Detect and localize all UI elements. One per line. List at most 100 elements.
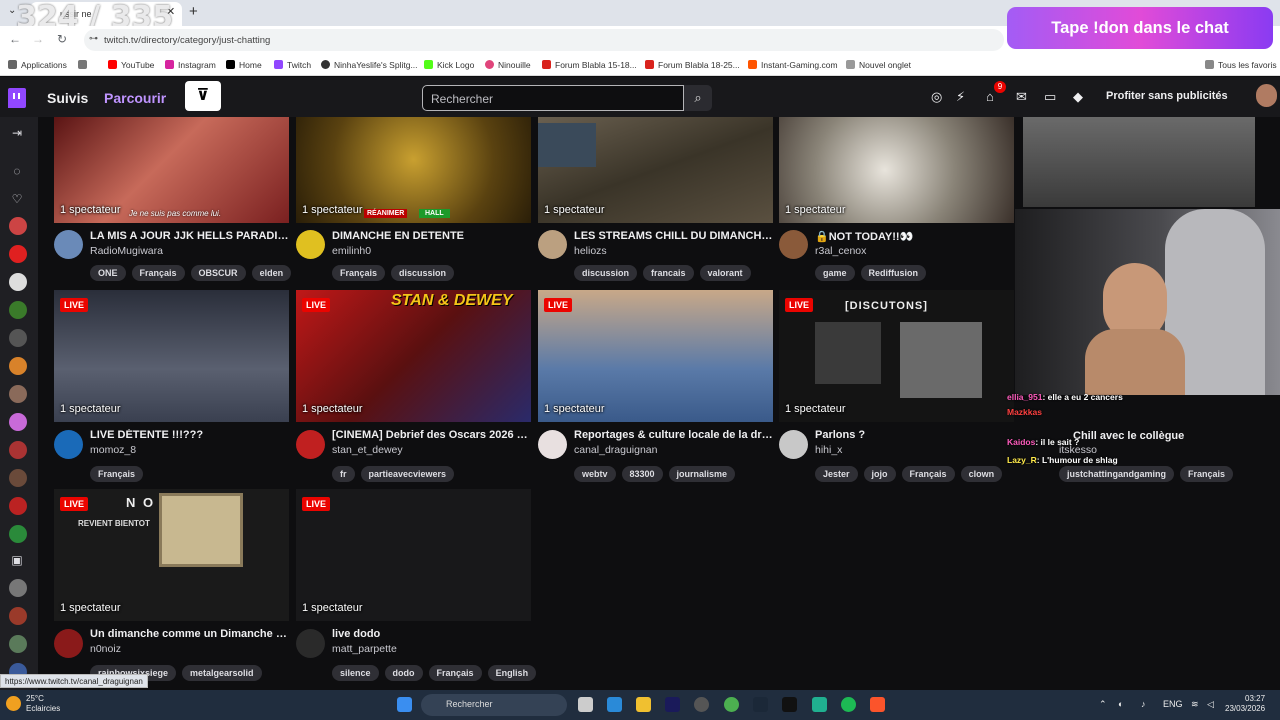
stream-thumbnail[interactable]: 1 spectateur [538,117,773,223]
stream-thumbnail[interactable]: [DISCUTONS] LIVE 1 spectateur [779,290,1014,422]
bookmark-kick[interactable]: Kick Logo [424,60,474,70]
brave-icon[interactable] [870,697,885,712]
bookmark-all-favorites[interactable]: Tous les favoris [1205,60,1277,70]
microphone-icon[interactable]: ♪ [1141,699,1146,709]
channel-name[interactable]: emilinh0 [332,245,371,257]
stream-card[interactable]: LIVE 1 spectateur live dodo matt_parpett… [296,489,537,684]
channel-name[interactable]: momoz_8 [90,444,136,456]
tag[interactable]: Français [90,466,144,482]
tag[interactable]: dodo [384,665,423,681]
stream-title[interactable]: LES STREAMS CHILL DU DIMANCHE S... [574,230,773,242]
tag[interactable]: Jester [815,466,858,482]
channel-avatar[interactable] [779,230,808,259]
channel-avatar[interactable] [538,230,567,259]
sidebar-channel-avatar[interactable] [9,301,27,319]
turbo-icon[interactable]: ⚡ [956,89,965,105]
expand-sidebar-icon[interactable]: ⇥ [8,126,26,140]
tag[interactable]: clown [960,466,1003,482]
drops-icon[interactable]: ⌂ [986,89,994,104]
stream-title[interactable]: Un dimanche comme un Dimanche - [... [90,628,289,640]
tiktok-icon[interactable] [782,697,797,712]
stream-thumbnail[interactable]: Je ne suis pas comme lui. 1 spectateur [54,117,289,223]
address-bar[interactable]: twitch.tv/directory/category/just-chatti… [84,29,1004,51]
tag[interactable]: Français [332,265,386,281]
bookmark-splitgate[interactable]: NinhaYeslife's Splitg... [321,60,418,70]
channel-avatar[interactable] [296,230,325,259]
sidebar-channel-avatar[interactable] [9,607,27,625]
channel-name[interactable]: heliozs [574,245,607,257]
followed-channels-icon[interactable]: ◌ [8,164,26,178]
bookmark-apps[interactable]: Applications [8,60,67,70]
tag[interactable]: Rediffusion [860,265,927,281]
tray-chevron-icon[interactable]: ⌃ [1099,699,1107,710]
stream-thumbnail[interactable]: 1 spectateur [779,117,1014,223]
channel-name[interactable]: n0noiz [90,643,121,655]
obs-icon[interactable] [694,697,709,712]
stream-title[interactable]: LA MIS A JOUR JJK HELLS PARADISE [90,230,289,242]
tag[interactable]: English [487,665,537,681]
taskbar-search[interactable]: Rechercher [421,694,567,716]
sidebar-channel-avatar[interactable] [9,441,27,459]
stream-thumbnail[interactable]: STAN & DEWEY LIVE 1 spectateur [296,290,531,422]
channel-avatar[interactable] [54,230,83,259]
file-explorer-icon[interactable] [636,697,651,712]
stream-thumbnail[interactable]: RÉANIMER HALL 1 spectateur [296,117,531,223]
channel-avatar[interactable] [54,430,83,459]
steam-icon[interactable] [753,697,768,712]
forward-icon[interactable]: → [32,32,44,46]
party-icon[interactable]: ◎ [931,89,942,105]
stream-title[interactable]: DIMANCHE EN DETENTE [332,230,531,242]
tag[interactable]: francais [643,265,694,281]
heart-icon[interactable]: ♡ [8,192,26,206]
stream-card[interactable]: [DISCUTONS] LIVE 1 spectateur Parlons ? … [779,290,1014,485]
channel-name[interactable]: RadioMugiwara [90,245,163,257]
channel-name[interactable]: canal_draguignan [574,444,658,456]
channel-name[interactable]: stan_et_dewey [332,444,403,456]
windows-start-icon[interactable] [397,697,412,712]
camera-icon[interactable]: ▣ [8,553,26,567]
stream-thumbnail[interactable]: LIVE 1 spectateur [538,290,773,422]
stream-thumbnail[interactable]: LIVE 1 spectateur [296,489,531,621]
bookmark-ninouille[interactable]: Ninouille [485,60,531,70]
tag[interactable]: silence [332,665,379,681]
channel-avatar[interactable] [538,430,567,459]
bookmark-instagram[interactable]: Instagram [165,60,216,70]
stream-title[interactable]: LIVE DÉTENTE !!!??? [90,429,289,441]
tag[interactable]: fr [332,466,355,482]
back-icon[interactable]: ← [9,32,21,46]
tag[interactable]: Français [428,665,482,681]
channel-name[interactable]: hihi_x [815,444,842,456]
language-indicator[interactable]: ENG [1163,699,1183,709]
chrome-icon[interactable] [724,697,739,712]
tag[interactable]: elden [251,265,292,281]
whispers-icon[interactable]: ▭ [1044,89,1056,105]
search-icon[interactable]: ⌕ [684,85,712,111]
tag[interactable]: Français [901,466,955,482]
channel-avatar[interactable] [296,629,325,658]
sidebar-channel-avatar[interactable] [9,497,27,515]
user-avatar[interactable] [1256,84,1277,107]
channel-avatar[interactable] [54,629,83,658]
bookmark-twitch[interactable]: Twitch [274,60,311,70]
stream-card[interactable]: 1 spectateur 🔒NOT TODAY!!👀 r3al_cenox ga… [779,117,1014,312]
bits-icon[interactable]: ◆ [1073,89,1083,105]
tag[interactable]: journalisme [668,466,736,482]
channel-name[interactable]: matt_parpette [332,643,397,655]
task-view-icon[interactable] [578,697,593,712]
sidebar-channel-avatar[interactable] [9,245,27,263]
tag[interactable]: partieavecviewers [360,466,455,482]
copilot-icon[interactable] [607,697,622,712]
tag[interactable]: valorant [699,265,751,281]
bookmark-new-tab[interactable]: Nouvel onglet [846,60,911,70]
bookmark-grid[interactable] [78,60,91,70]
nav-following[interactable]: Suivis [47,90,88,106]
premiere-icon[interactable] [665,697,680,712]
tag[interactable]: jojo [863,466,896,482]
inbox-icon[interactable]: ✉ [1016,89,1027,105]
weather-widget[interactable]: 25°C Eclaircies [26,694,60,714]
search-input[interactable]: Rechercher [422,85,684,111]
twitch-logo-icon[interactable] [8,88,26,108]
sidebar-channel-avatar[interactable] [9,217,27,235]
stream-title[interactable]: [CINEMA] Debrief des Oscars 2026 + ... [332,429,531,441]
bookmark-forum-15-18[interactable]: Forum Blabla 15-18... [542,60,637,70]
